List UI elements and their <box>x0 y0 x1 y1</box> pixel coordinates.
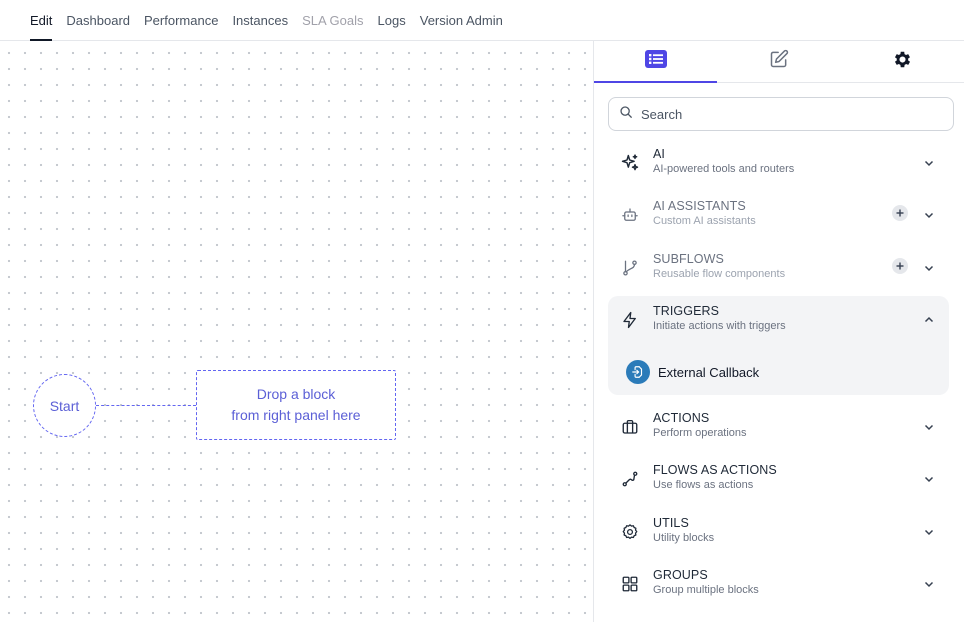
category-ai[interactable]: AI AI-powered tools and routers <box>608 139 949 189</box>
category-subtitle: Reusable flow components <box>653 268 786 280</box>
callback-icon <box>626 360 650 384</box>
drop-zone-line1: Drop a block <box>256 386 336 402</box>
category-subtitle: Group multiple blocks <box>653 584 759 596</box>
sparkles-icon <box>620 153 640 173</box>
search-icon <box>619 105 633 124</box>
edit-icon <box>769 49 789 74</box>
search-box[interactable] <box>608 97 954 131</box>
top-nav: Edit Dashboard Performance Instances SLA… <box>0 0 964 41</box>
tab-sla-goals: SLA Goals <box>302 13 364 28</box>
add-subflow-button[interactable] <box>892 258 908 274</box>
category-title: UTILS <box>653 516 689 530</box>
category-flows-as-actions[interactable]: FLOWS AS ACTIONS Use flows as actions <box>608 455 949 505</box>
branch-icon <box>620 258 640 278</box>
panel-tab-edit[interactable] <box>717 41 840 82</box>
category-title: ACTIONS <box>653 411 710 425</box>
category-title: SUBFLOWS <box>653 252 724 266</box>
gear-icon <box>892 49 913 75</box>
chevron-down-icon <box>923 420 935 432</box>
list-icon <box>644 50 667 73</box>
category-subtitle: AI-powered tools and routers <box>653 163 795 175</box>
category-subtitle: Initiate actions with triggers <box>653 320 786 332</box>
tab-edit[interactable]: Edit <box>30 0 53 41</box>
category-groups[interactable]: GROUPS Group multiple blocks <box>608 560 949 610</box>
category-ai-assistants[interactable]: AI ASSISTANTS Custom AI assistants <box>608 191 949 241</box>
panel-tabs <box>594 41 964 83</box>
category-title: FLOWS AS ACTIONS <box>653 463 777 477</box>
category-subtitle: Use flows as actions <box>653 479 754 491</box>
block-external-callback[interactable]: External Callback <box>626 360 759 384</box>
briefcase-icon <box>620 417 640 437</box>
flow-canvas[interactable]: Start Drop a block from right panel here <box>0 41 593 622</box>
category-actions[interactable]: ACTIONS Perform operations <box>608 403 949 453</box>
category-triggers[interactable]: TRIGGERS Initiate actions with triggers <box>608 296 949 346</box>
nav-tabs: Edit Dashboard Performance Instances SLA… <box>30 0 517 41</box>
category-subtitle: Custom AI assistants <box>653 215 756 227</box>
start-connector <box>96 405 196 406</box>
tab-version-admin[interactable]: Version Admin <box>420 0 503 41</box>
chevron-down-icon <box>923 261 935 273</box>
category-title: AI <box>653 147 666 161</box>
category-subtitle: Utility blocks <box>653 532 715 544</box>
category-title: AI ASSISTANTS <box>653 199 746 213</box>
chevron-down-icon <box>923 156 935 168</box>
category-title: TRIGGERS <box>653 304 720 318</box>
tab-instances[interactable]: Instances <box>232 0 288 41</box>
block-label: External Callback <box>658 364 760 380</box>
bot-icon <box>620 205 640 225</box>
tab-dashboard[interactable]: Dashboard <box>66 0 130 41</box>
bolt-icon <box>620 310 640 330</box>
grid-icon <box>620 574 640 594</box>
drop-zone-line2: from right panel here <box>231 407 361 423</box>
start-node[interactable]: Start <box>33 374 96 437</box>
category-subflows[interactable]: SUBFLOWS Reusable flow components <box>608 244 949 294</box>
chevron-up-icon <box>923 313 935 325</box>
tab-performance[interactable]: Performance <box>144 0 218 41</box>
chevron-down-icon <box>923 525 935 537</box>
add-assistant-button[interactable] <box>892 205 908 221</box>
category-title: GROUPS <box>653 568 708 582</box>
block-panel: AI AI-powered tools and routers AI ASSIS… <box>593 41 964 622</box>
chevron-down-icon <box>923 208 935 220</box>
panel-tab-blocks[interactable] <box>594 41 718 83</box>
cog-icon <box>620 522 640 542</box>
drop-block-zone[interactable]: Drop a block from right panel here <box>196 370 396 440</box>
tab-logs[interactable]: Logs <box>378 0 406 41</box>
panel-tab-settings[interactable] <box>841 41 964 82</box>
category-utils[interactable]: UTILS Utility blocks <box>608 508 949 558</box>
start-node-label: Start <box>49 397 80 414</box>
route-icon <box>620 469 640 489</box>
search-input[interactable] <box>641 106 941 122</box>
chevron-down-icon <box>923 472 935 484</box>
chevron-down-icon <box>923 577 935 589</box>
category-subtitle: Perform operations <box>653 427 747 439</box>
